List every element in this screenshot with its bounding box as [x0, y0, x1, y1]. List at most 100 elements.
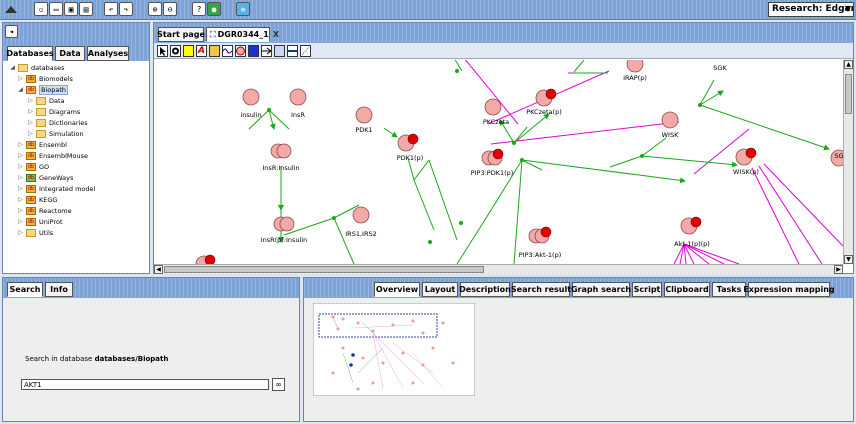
- vertical-scrollbar[interactable]: ▲ ▼: [843, 60, 853, 264]
- tree-item-ensemblmouse[interactable]: ▷ db EnsemblMouse: [17, 150, 88, 161]
- expand-icon[interactable]: ▷: [17, 229, 24, 236]
- tree-item-simulation[interactable]: ▷ Simulation: [27, 128, 84, 139]
- tab-overview[interactable]: Overview: [374, 282, 420, 297]
- expand-icon[interactable]: ▷: [17, 163, 24, 170]
- node-insulin[interactable]: [242, 88, 260, 106]
- node-icon[interactable]: [170, 45, 181, 57]
- tab-clipboard[interactable]: Clipboard: [664, 282, 710, 297]
- tab-diagram[interactable]: ⛶ DGR0344_1 X: [206, 27, 279, 42]
- expand-icon[interactable]: ▷: [17, 218, 24, 225]
- tab-script[interactable]: Script: [632, 282, 662, 297]
- binoculars-icon[interactable]: ∞: [272, 378, 285, 391]
- tree-item-integrated-model[interactable]: ▷ db Integrated model: [17, 183, 95, 194]
- scroll-down-icon[interactable]: ▼: [844, 255, 853, 264]
- tab-description[interactable]: Description: [459, 282, 511, 297]
- diagram-canvas[interactable]: insulin InsR InsR:Insulin InsR(p):Insuli…: [154, 60, 843, 264]
- expand-icon[interactable]: ▷: [17, 196, 24, 203]
- node-insr[interactable]: [289, 88, 307, 106]
- scroll-left-icon[interactable]: ◀: [154, 265, 163, 274]
- tab-expression-mapping[interactable]: Expression mapping: [743, 282, 835, 297]
- expand-icon[interactable]: ▷: [27, 108, 34, 115]
- tab-tasks[interactable]: Tasks: [712, 282, 746, 297]
- tab-data[interactable]: Data: [55, 46, 85, 61]
- tree-item-biopath[interactable]: ◢ db Biopath: [17, 84, 69, 95]
- tree-item-label: Biomodels: [39, 74, 73, 83]
- tree-item-data[interactable]: ▷ Data: [27, 95, 65, 106]
- tree-item-biomodels[interactable]: ▷ db Biomodels: [17, 73, 73, 84]
- label-wiskp: WISK(p): [733, 168, 759, 176]
- help-icon[interactable]: ?: [192, 2, 206, 16]
- open-icon[interactable]: ▭: [49, 2, 63, 16]
- tree-item-geneways[interactable]: ▷ db GeneWays: [17, 172, 73, 183]
- node-pdk1[interactable]: [355, 106, 373, 124]
- tree-item-utils[interactable]: ▷ Utils: [17, 227, 53, 238]
- expand-icon[interactable]: ▷: [17, 207, 24, 214]
- text-icon[interactable]: A: [196, 45, 207, 57]
- tab-graph-search[interactable]: Graph search: [571, 282, 631, 297]
- table-icon[interactable]: [274, 45, 285, 57]
- save-all-icon[interactable]: ▤: [79, 2, 93, 16]
- tree-item-dictionaries[interactable]: ▷ Dictionaries: [27, 117, 88, 128]
- tree-item-kegg[interactable]: ▷ db KEGG: [17, 194, 57, 205]
- repository-panel: ◂ Databases Data Analyses ◢ databases ▷ db…: [2, 22, 150, 274]
- search-input[interactable]: [21, 379, 269, 390]
- expand-icon[interactable]: ▷: [27, 130, 34, 137]
- node-pkczeta[interactable]: [484, 98, 502, 116]
- document-icon[interactable]: ≡: [236, 2, 250, 16]
- tab-layout[interactable]: Layout: [422, 282, 458, 297]
- horizontal-scrollbar[interactable]: ◀ ▶: [154, 264, 843, 274]
- horizontal-scroll-thumb[interactable]: [164, 266, 484, 273]
- tab-info[interactable]: Info: [45, 282, 73, 297]
- new-icon[interactable]: ▫: [34, 2, 48, 16]
- scroll-up-icon[interactable]: ▲: [844, 60, 853, 69]
- rect-icon[interactable]: [183, 45, 194, 57]
- tree-item-diagrams[interactable]: ▷ Diagrams: [27, 106, 80, 117]
- expand-icon[interactable]: ▷: [17, 174, 24, 181]
- close-tab-icon[interactable]: X: [273, 30, 279, 39]
- square-icon[interactable]: [248, 45, 259, 57]
- tree-item-ensembl[interactable]: ▷ db Ensembl: [17, 139, 67, 150]
- collapse-icon[interactable]: ◂: [5, 25, 18, 38]
- research-select[interactable]: Research: Edgar ▼: [768, 2, 854, 17]
- scroll-right-icon[interactable]: ▶: [834, 265, 843, 274]
- tab-search[interactable]: Search: [7, 282, 43, 297]
- expand-icon[interactable]: ▷: [27, 97, 34, 104]
- globe-icon[interactable]: ●: [207, 2, 221, 16]
- node-irap[interactable]: [626, 60, 644, 73]
- reaction-icon[interactable]: [261, 45, 272, 57]
- expand-icon[interactable]: ▷: [17, 152, 24, 159]
- dashed-line-icon[interactable]: [300, 45, 311, 57]
- tab-databases[interactable]: Databases: [6, 46, 54, 61]
- app-menu-icon[interactable]: [3, 2, 19, 16]
- tab-search-result[interactable]: Search result: [511, 282, 571, 297]
- zoom-out-icon[interactable]: ⊖: [163, 2, 177, 16]
- select-icon[interactable]: [157, 45, 168, 57]
- undo-icon[interactable]: ↶: [104, 2, 118, 16]
- node-irs[interactable]: [352, 206, 370, 224]
- tab-analyses[interactable]: Analyses: [87, 46, 129, 61]
- zoom-in-icon[interactable]: ⊕: [148, 2, 162, 16]
- expand-icon[interactable]: ▷: [17, 75, 24, 82]
- label-akt: Akt-1(p)(p): [674, 240, 710, 248]
- tree-item-go[interactable]: ▷ db GO: [17, 161, 49, 172]
- label-insulin: insulin: [240, 111, 261, 119]
- tree-item-databases[interactable]: ◢ databases: [9, 62, 65, 73]
- redo-icon[interactable]: ↷: [119, 2, 133, 16]
- node-wisk[interactable]: [661, 111, 679, 129]
- expand-icon[interactable]: ▷: [17, 185, 24, 192]
- tree-item-reactome[interactable]: ▷ db Reactome: [17, 205, 72, 216]
- folder-tool-icon[interactable]: [209, 45, 220, 57]
- tree-item-label: Ensembl: [39, 140, 67, 149]
- expand-icon[interactable]: ◢: [9, 64, 16, 71]
- edge-wave-icon[interactable]: [222, 45, 233, 57]
- expand-icon[interactable]: ◢: [17, 86, 24, 93]
- line-icon[interactable]: [287, 45, 298, 57]
- expand-icon[interactable]: ▷: [27, 119, 34, 126]
- tree-item-uniprot[interactable]: ▷ db UniProt: [17, 216, 63, 227]
- diagram-overview-thumbnail[interactable]: [313, 303, 475, 396]
- vertical-scroll-thumb[interactable]: [845, 74, 852, 114]
- circle-icon[interactable]: [235, 45, 246, 57]
- expand-icon[interactable]: ▷: [17, 141, 24, 148]
- tab-start-page[interactable]: Start page: [157, 27, 205, 42]
- save-icon[interactable]: ▣: [64, 2, 78, 16]
